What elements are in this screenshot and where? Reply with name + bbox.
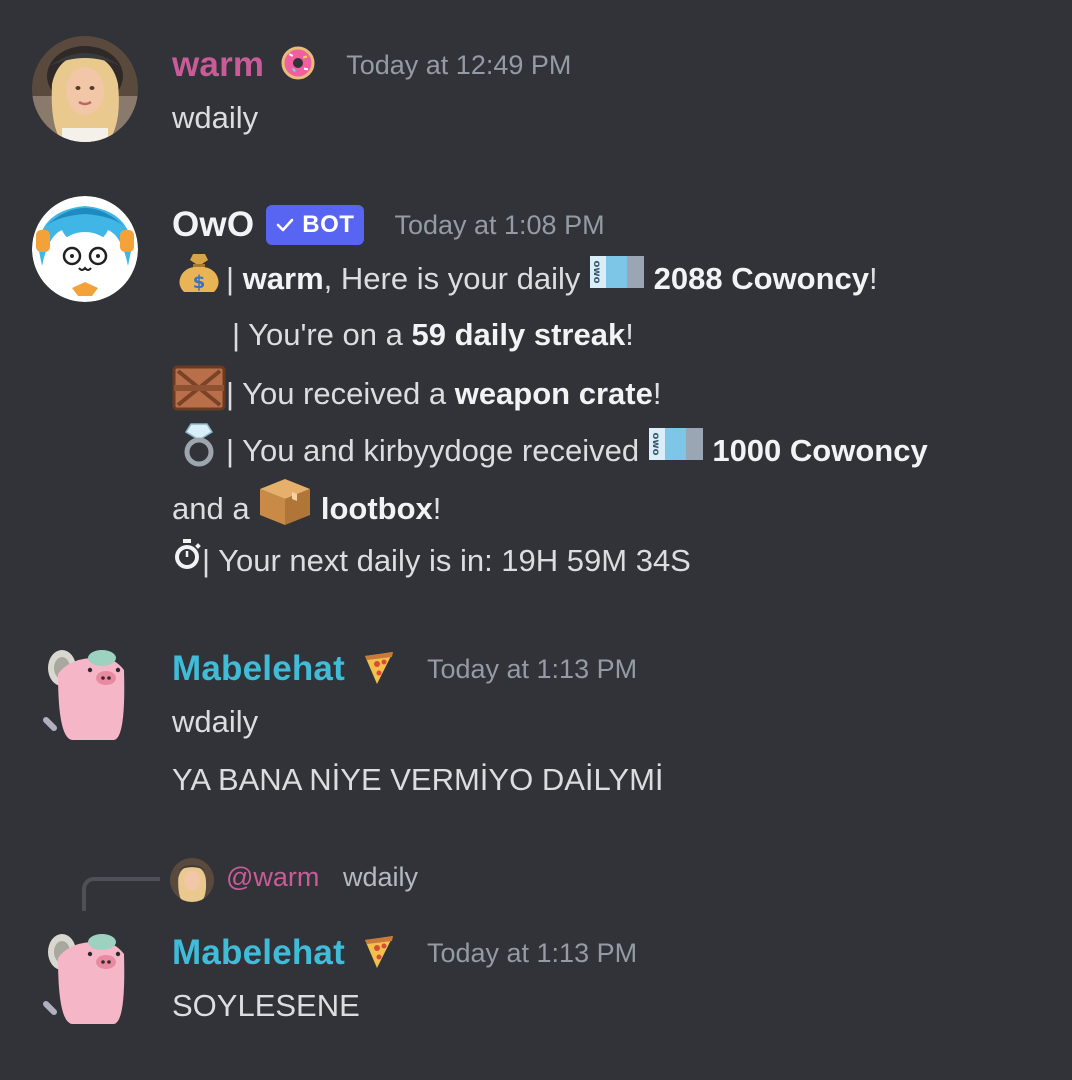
message-content: YA BANA NİYE VERMİYO DAİLYMİ: [172, 762, 664, 797]
cowoncy-icon: owo: [648, 426, 704, 474]
reply-avatar-warm[interactable]: [170, 858, 214, 902]
username-mabelehat[interactable]: Mabelehat: [172, 933, 345, 973]
text: You received a: [242, 376, 455, 412]
cowoncy-amount: 1000 Cowoncy: [712, 433, 928, 469]
separator: |: [202, 543, 211, 578]
reply-avatar-image: [170, 858, 214, 902]
svg-text:owo: owo: [591, 261, 602, 284]
svg-text:owo: owo: [650, 433, 661, 456]
message-header: Mabelehat Today at 1:13 PM: [172, 644, 637, 694]
crate-icon: [172, 363, 226, 423]
bot-badge-label: BOT: [302, 211, 355, 238]
avatar-mabelehat[interactable]: [32, 640, 138, 746]
message-content-line: | You received a weapon crate!: [172, 365, 662, 423]
separator: |: [226, 433, 235, 469]
message-header: Mabelehat Today at 1:13 PM: [172, 928, 637, 978]
cowoncy-amount: 2088 Cowoncy: [653, 261, 869, 297]
text: !: [869, 261, 878, 297]
svg-text:$: $: [193, 272, 206, 293]
message-content-line: | You and kirbyydoge received owo 1000 C…: [172, 423, 928, 480]
username-mabelehat[interactable]: Mabelehat: [172, 649, 345, 689]
ring-icon: [172, 420, 226, 480]
package-icon: [258, 477, 312, 539]
username-owo[interactable]: OwO: [172, 205, 254, 245]
message-content-line: | Your next daily is in: 19H 59M 34S: [172, 537, 691, 583]
reply-spine: [82, 877, 160, 911]
text: , Here is your daily: [323, 261, 589, 297]
message-content: wdaily: [172, 704, 259, 739]
pizza-icon: [361, 648, 397, 691]
reply-mention[interactable]: @warm: [226, 862, 319, 893]
verified-check-icon: [276, 218, 294, 232]
text: You and kirbyydoge received: [242, 433, 648, 469]
pizza-icon: [361, 932, 397, 975]
message-content: wdaily: [172, 100, 259, 135]
message-content-line: and a lootbox!: [172, 479, 442, 539]
separator: |: [226, 376, 235, 412]
timestamp: Today at 1:13 PM: [426, 937, 638, 968]
separator: |: [232, 317, 241, 352]
timestamp: Today at 1:13 PM: [426, 653, 638, 684]
timestamp: Today at 12:49 PM: [346, 49, 572, 80]
text: !: [432, 491, 442, 527]
avatar-mabelehat-image: [43, 650, 125, 740]
message-content: SOYLESENE: [172, 988, 360, 1023]
avatar-mabelehat-image: [43, 934, 125, 1024]
cowoncy-icon: owo: [589, 254, 645, 302]
separator: |: [226, 261, 235, 297]
avatar-owo[interactable]: [32, 196, 138, 302]
timestamp: Today at 1:08 PM: [394, 209, 605, 240]
text: Your next daily is in: 19H 59M 34S: [218, 543, 691, 578]
money-bag-icon: $: [172, 250, 226, 306]
message-content-line: | You're on a 59 daily streak!: [232, 313, 634, 357]
avatar-owo-image: [32, 196, 138, 302]
streak-text: 59 daily streak: [411, 317, 626, 352]
message-header: warm Today at 12:49 PM: [172, 40, 571, 90]
stopwatch-icon: [172, 537, 202, 583]
reply-preview-text[interactable]: wdaily: [343, 862, 418, 893]
crate-text: weapon crate: [454, 376, 653, 412]
avatar-warm[interactable]: [32, 36, 138, 142]
avatar-mabelehat[interactable]: [32, 924, 138, 1030]
text: You're on a: [248, 317, 412, 352]
avatar-warm-image: [32, 36, 138, 142]
text: and a: [172, 491, 259, 527]
text: !: [625, 317, 634, 352]
mention-user[interactable]: warm: [243, 261, 324, 296]
donut-icon: [280, 45, 316, 86]
bot-badge: BOT: [266, 205, 365, 245]
message-header: OwO BOT Today at 1:08 PM: [172, 200, 605, 250]
text: !: [652, 376, 662, 412]
message-content-line: $ | warm, Here is your daily owo 2088 Co…: [172, 254, 878, 306]
username-warm[interactable]: warm: [172, 45, 264, 85]
lootbox-text: lootbox: [320, 491, 433, 527]
